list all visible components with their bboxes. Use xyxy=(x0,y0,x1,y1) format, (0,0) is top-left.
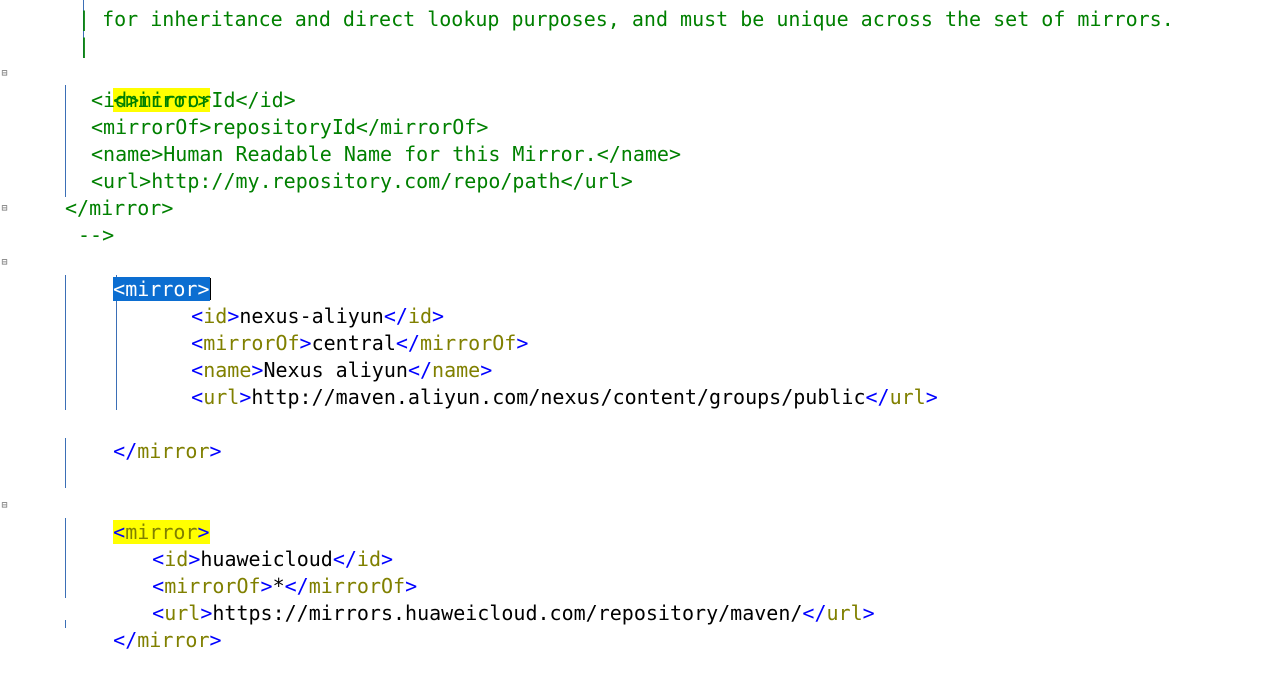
code-line: <id>mirrorId</id> xyxy=(91,88,296,112)
code-line: <mirrorOf>*</mirrorOf> xyxy=(152,574,418,598)
code-line: <url>http://my.repository.com/repo/path<… xyxy=(91,169,633,193)
code-line: <url>http://maven.aliyun.com/nexus/conte… xyxy=(191,385,938,409)
fold-toggle-icon[interactable] xyxy=(0,69,9,78)
fold-toggle-icon[interactable] xyxy=(0,501,9,510)
fold-toggle-icon[interactable] xyxy=(0,258,9,267)
code-line: --> xyxy=(78,223,115,247)
code-line: <name>Human Readable Name for this Mirro… xyxy=(91,142,682,166)
code-line: | for inheritance and direct lookup purp… xyxy=(78,7,1174,31)
code-line: </mirror> xyxy=(65,196,174,220)
code-line: <id>nexus-aliyun</id> xyxy=(191,304,445,328)
code-line: | xyxy=(78,34,91,58)
code-line: <url>https://mirrors.huaweicloud.com/rep… xyxy=(152,601,875,625)
code-line: <mirror> xyxy=(65,249,211,301)
code-line: <mirror> xyxy=(65,492,210,544)
code-line: </mirror> xyxy=(113,439,222,463)
code-line: <mirror> xyxy=(65,60,210,112)
code-line: <id>huaweicloud</id> xyxy=(152,547,394,571)
fold-toggle-icon[interactable] xyxy=(0,204,9,213)
code-line: <mirrorOf>repositoryId</mirrorOf> xyxy=(91,115,489,139)
code-line: <name>Nexus aliyun</name> xyxy=(191,358,493,382)
code-line: <mirrorOf>central</mirrorOf> xyxy=(191,331,529,355)
code-editor[interactable]: | for inheritance and direct lookup purp… xyxy=(0,0,1283,652)
code-line: </mirror> xyxy=(113,628,222,652)
